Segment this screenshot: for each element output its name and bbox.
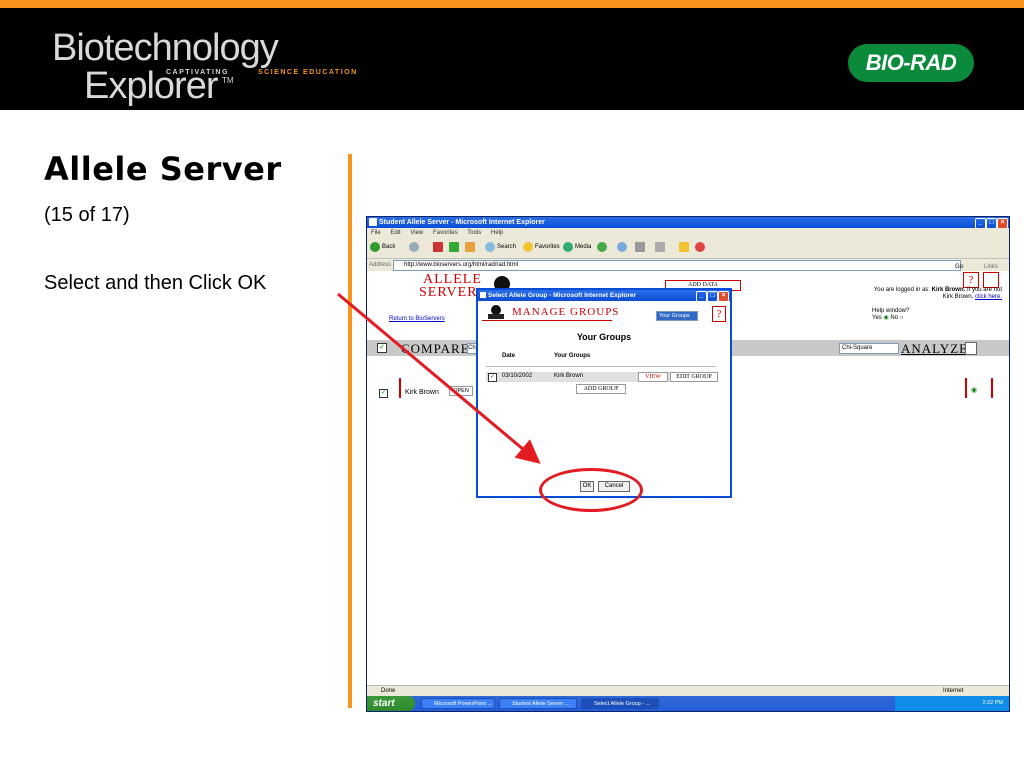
annotation-arrow (337, 292, 541, 464)
